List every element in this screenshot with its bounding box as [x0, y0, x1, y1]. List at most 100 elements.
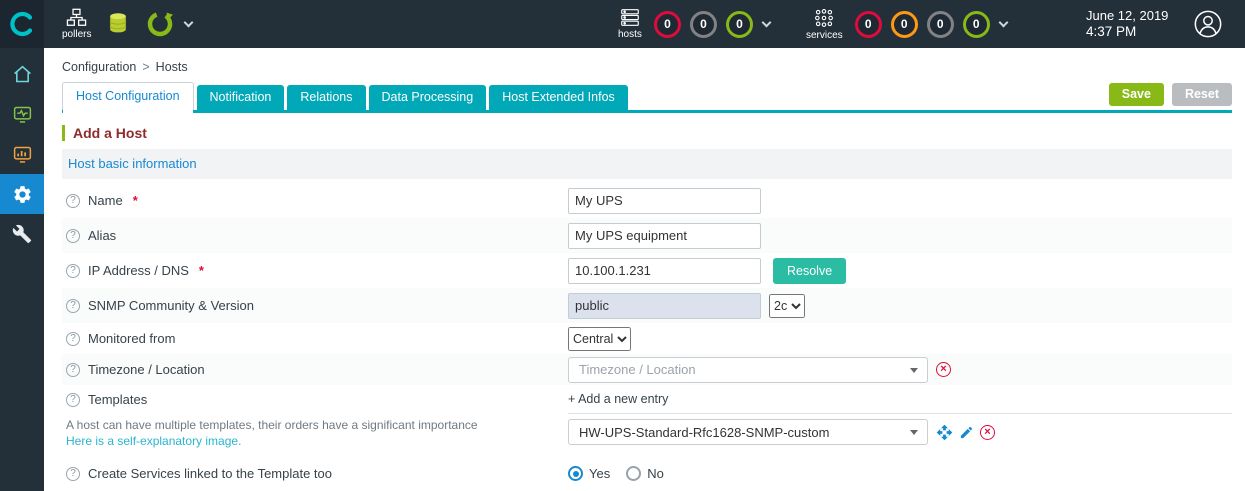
snmp-label: SNMP Community & Version: [88, 298, 254, 313]
create-services-label: Create Services linked to the Template t…: [88, 466, 332, 481]
sidebar-item-administration[interactable]: [0, 214, 44, 254]
heartbeat-icon: [12, 104, 33, 125]
radio-no[interactable]: [626, 466, 641, 481]
help-icon[interactable]: [66, 467, 80, 481]
tab-data-processing[interactable]: Data Processing: [369, 85, 487, 110]
form-row-name: Name *: [62, 183, 1232, 218]
database-status[interactable]: [107, 12, 129, 36]
add-template-entry-link[interactable]: + Add a new entry: [568, 392, 668, 406]
services-label: services: [806, 30, 843, 41]
form-row-alias: Alias: [62, 218, 1232, 253]
radio-no-label[interactable]: No: [647, 466, 664, 481]
hosts-label: hosts: [618, 29, 642, 40]
help-icon[interactable]: [66, 194, 80, 208]
form-row-snmp: SNMP Community & Version 2c: [62, 288, 1232, 323]
tab-notification[interactable]: Notification: [197, 85, 285, 110]
alias-input[interactable]: [568, 223, 761, 249]
template-selected-value: HW-UPS-Standard-Rfc1628-SNMP-custom: [579, 425, 829, 440]
centreon-screen: pollers: [0, 0, 1245, 491]
breadcrumb-page[interactable]: Hosts: [156, 60, 188, 74]
services-icon: [814, 8, 834, 28]
help-icon[interactable]: [66, 363, 80, 377]
chevron-down-icon: [910, 430, 918, 435]
templates-note-link[interactable]: Here is a self-explanatory image.: [66, 433, 568, 450]
breadcrumb-section[interactable]: Configuration: [62, 60, 136, 74]
clear-timezone-icon[interactable]: [936, 362, 951, 377]
name-input[interactable]: [568, 188, 761, 214]
delete-template-icon[interactable]: [980, 425, 995, 440]
monitored-from-select[interactable]: Central: [568, 327, 631, 351]
form-row-template-entry: A host can have multiple templates, thei…: [62, 414, 1232, 459]
form-row-ip: IP Address / DNS * Resolve: [62, 253, 1232, 288]
hosts-down-badge[interactable]: 0: [654, 11, 681, 38]
clock: June 12, 2019 4:37 PM: [1086, 8, 1168, 40]
centreon-logo[interactable]: [0, 0, 44, 48]
page-title: Add a Host: [62, 125, 1245, 141]
chevron-down-icon: [910, 368, 918, 373]
section-host-basic-information: Host basic information: [62, 149, 1232, 179]
help-icon[interactable]: [66, 299, 80, 313]
services-warning-badge[interactable]: 0: [891, 11, 918, 38]
green-ring-icon: [145, 9, 175, 39]
templates-note: A host can have multiple templates, thei…: [66, 417, 568, 433]
tab-bar: Host Configuration Notification Relation…: [62, 82, 1232, 110]
centreon-c-icon: [9, 11, 35, 37]
timezone-placeholder: Timezone / Location: [579, 362, 696, 377]
poller-state-indicator[interactable]: [145, 9, 175, 39]
template-select[interactable]: HW-UPS-Standard-Rfc1628-SNMP-custom: [568, 419, 928, 445]
tab-underline: [62, 110, 1232, 113]
form-row-templates: Templates + Add a new entry: [62, 385, 1232, 414]
pollers-icon: [66, 8, 87, 27]
radio-yes[interactable]: [568, 466, 583, 481]
timezone-select[interactable]: Timezone / Location: [568, 357, 928, 383]
chevron-down-icon[interactable]: [998, 18, 1008, 28]
required-asterisk: *: [133, 193, 138, 208]
tab-relations[interactable]: Relations: [287, 85, 365, 110]
form-row-create-services: Create Services linked to the Template t…: [62, 459, 1232, 488]
name-label: Name: [88, 193, 123, 208]
snmp-version-select[interactable]: 2c: [769, 294, 805, 318]
services-critical-badge[interactable]: 0: [855, 11, 882, 38]
host-form: Host basic information Name * Alias: [62, 149, 1232, 491]
chevron-down-icon[interactable]: [184, 18, 194, 28]
services-unknown-badge[interactable]: 0: [927, 11, 954, 38]
help-icon[interactable]: [66, 332, 80, 346]
snmp-community-input[interactable]: [568, 293, 761, 319]
tab-host-configuration[interactable]: Host Configuration: [62, 82, 194, 110]
time-text: 4:37 PM: [1086, 24, 1168, 40]
user-menu[interactable]: [1193, 9, 1223, 44]
reset-button[interactable]: Reset: [1172, 83, 1232, 106]
home-icon: [12, 64, 33, 85]
hosts-icon: [620, 8, 640, 27]
database-icon: [107, 12, 129, 36]
breadcrumb: Configuration>Hosts: [44, 48, 1245, 74]
radio-yes-label[interactable]: Yes: [589, 466, 610, 481]
ip-label: IP Address / DNS: [88, 263, 189, 278]
save-button[interactable]: Save: [1109, 83, 1164, 106]
sidebar-item-reporting[interactable]: [0, 134, 44, 174]
hosts-up-badge[interactable]: 0: [726, 11, 753, 38]
sidebar-item-configuration[interactable]: [0, 174, 44, 214]
sidebar-item-home[interactable]: [0, 54, 44, 94]
pollers-menu[interactable]: pollers: [62, 8, 91, 40]
tab-host-extended-infos[interactable]: Host Extended Infos: [489, 85, 628, 110]
chevron-down-icon[interactable]: [761, 18, 771, 28]
services-ok-badge[interactable]: 0: [963, 11, 990, 38]
services-menu[interactable]: services: [806, 8, 843, 41]
sidebar-item-monitoring[interactable]: [0, 94, 44, 134]
ip-input[interactable]: [568, 258, 761, 284]
gear-icon: [12, 184, 33, 205]
main-content: Configuration>Hosts Host Configuration N…: [44, 48, 1245, 491]
help-icon[interactable]: [66, 229, 80, 243]
move-icon[interactable]: [936, 424, 953, 441]
alias-label: Alias: [88, 228, 116, 243]
hosts-menu[interactable]: hosts: [618, 8, 642, 40]
create-services-radio-group: Yes No: [568, 466, 674, 481]
hosts-unreachable-badge[interactable]: 0: [690, 11, 717, 38]
edit-icon[interactable]: [959, 425, 974, 440]
help-icon[interactable]: [66, 393, 80, 407]
resolve-button[interactable]: Resolve: [773, 258, 846, 284]
help-icon[interactable]: [66, 264, 80, 278]
form-row-timezone: Timezone / Location Timezone / Location: [62, 354, 1232, 385]
wrench-icon: [12, 224, 32, 244]
